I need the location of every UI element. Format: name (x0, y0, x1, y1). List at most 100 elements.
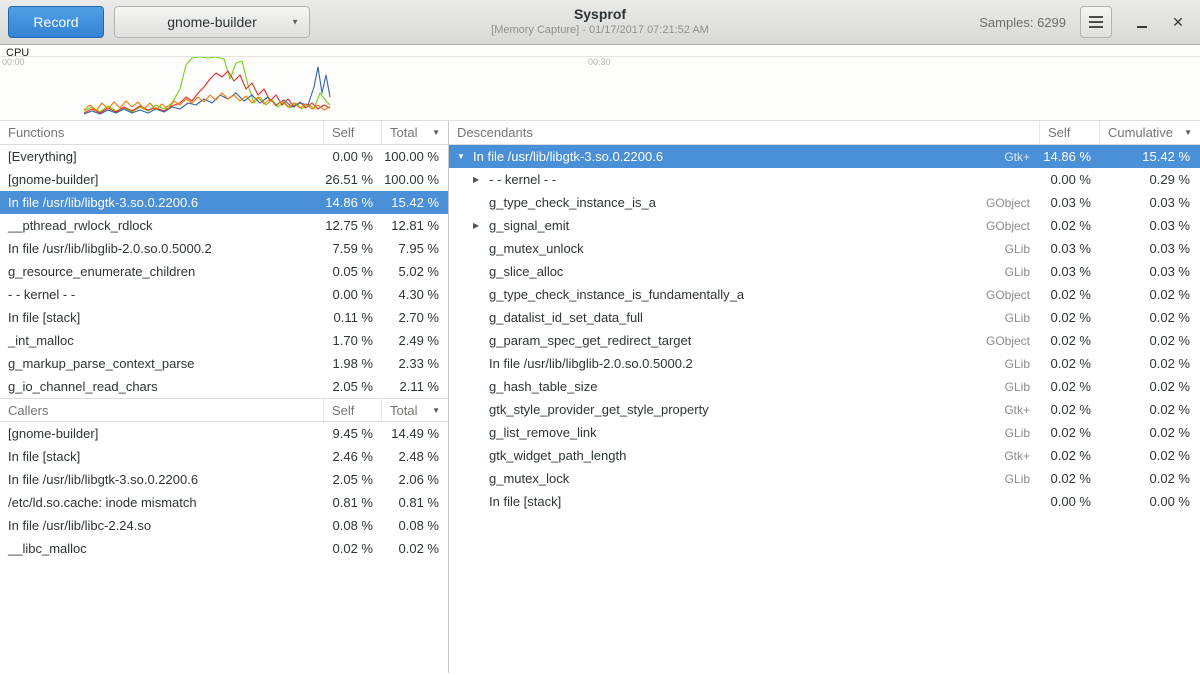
cumulative-percent: 0.02 % (1100, 471, 1200, 486)
self-percent: 0.00 % (324, 149, 382, 164)
hamburger-icon (1089, 21, 1103, 23)
self-percent: 0.03 % (1040, 264, 1100, 279)
table-row[interactable]: In file [stack]0.11 %2.70 % (0, 306, 448, 329)
total-percent: 5.02 % (382, 264, 448, 279)
total-percent: 0.08 % (382, 518, 448, 533)
tree-row[interactable]: g_mutex_unlockGLib0.03 %0.03 % (449, 237, 1200, 260)
table-row[interactable]: /etc/ld.so.cache: inode mismatch0.81 %0.… (0, 491, 448, 514)
cumulative-percent: 0.03 % (1100, 264, 1200, 279)
function-name: g_signal_emit (489, 218, 569, 233)
column-header-cumulative[interactable]: Cumulative ▼ (1100, 121, 1200, 144)
tree-row[interactable]: g_list_remove_linkGLib0.02 %0.02 % (449, 421, 1200, 444)
tree-row[interactable]: g_mutex_lockGLib0.02 %0.02 % (449, 467, 1200, 490)
column-header-cumulative-label: Cumulative (1108, 125, 1173, 140)
tree-row[interactable]: g_type_check_instance_is_aGObject0.03 %0… (449, 191, 1200, 214)
descendant-name-cell: ▶g_signal_emitGObject (449, 218, 1040, 233)
function-name: g_slice_alloc (489, 264, 563, 279)
function-name: In file /usr/lib/libgtk-3.so.0.2200.6 (0, 472, 324, 487)
library-badge: GLib (995, 472, 1040, 486)
column-header-self[interactable]: Self (324, 121, 382, 144)
tree-row[interactable]: gtk_widget_path_lengthGtk+0.02 %0.02 % (449, 444, 1200, 467)
library-badge: GLib (995, 357, 1040, 371)
cumulative-percent: 0.03 % (1100, 241, 1200, 256)
functions-header-row: Functions Self Total ▼ (0, 121, 448, 145)
close-button[interactable]: ✕ (1170, 14, 1186, 30)
tree-row[interactable]: g_slice_allocGLib0.03 %0.03 % (449, 260, 1200, 283)
table-row[interactable]: g_markup_parse_context_parse1.98 %2.33 % (0, 352, 448, 375)
table-row[interactable]: [gnome-builder]9.45 %14.49 % (0, 422, 448, 445)
left-pane: Functions Self Total ▼ [Everything]0.00 … (0, 121, 449, 673)
function-name: g_resource_enumerate_children (0, 264, 324, 279)
tree-row[interactable]: ▶g_signal_emitGObject0.02 %0.03 % (449, 214, 1200, 237)
tree-row[interactable]: gtk_style_provider_get_style_propertyGtk… (449, 398, 1200, 421)
header-right-group: Samples: 6299 ✕ (979, 6, 1192, 38)
total-percent: 100.00 % (382, 149, 448, 164)
table-row[interactable]: [gnome-builder]26.51 %100.00 % (0, 168, 448, 191)
library-badge: Gtk+ (994, 403, 1040, 417)
total-percent: 2.48 % (382, 449, 448, 464)
table-row[interactable]: - - kernel - -0.00 %4.30 % (0, 283, 448, 306)
self-percent: 26.51 % (324, 172, 382, 187)
tree-row[interactable]: g_datalist_id_set_data_fullGLib0.02 %0.0… (449, 306, 1200, 329)
menu-button[interactable] (1080, 6, 1112, 38)
function-name: In file [stack] (0, 310, 324, 325)
table-row[interactable]: In file [stack]2.46 %2.48 % (0, 445, 448, 468)
column-header-descendants[interactable]: Descendants (449, 121, 1040, 144)
samples-count: Samples: 6299 (979, 15, 1066, 30)
column-header-functions[interactable]: Functions (0, 121, 324, 144)
callers-header-row: Callers Self Total ▼ (0, 398, 448, 422)
column-header-total-label: Total (390, 125, 417, 140)
tree-row[interactable]: g_type_check_instance_is_fundamentally_a… (449, 283, 1200, 306)
function-name: - - kernel - - (0, 287, 324, 302)
tree-row[interactable]: g_param_spec_get_redirect_targetGObject0… (449, 329, 1200, 352)
function-name: /etc/ld.so.cache: inode mismatch (0, 495, 324, 510)
header-bar: Record gnome-builder ▼ Sysprof [Memory C… (0, 0, 1200, 45)
total-percent: 2.11 % (382, 379, 448, 394)
cumulative-percent: 0.02 % (1100, 333, 1200, 348)
table-row[interactable]: In file /usr/lib/libglib-2.0.so.0.5000.2… (0, 237, 448, 260)
total-percent: 14.49 % (382, 426, 448, 441)
self-percent: 0.00 % (1040, 494, 1100, 509)
expander-right-icon[interactable]: ▶ (473, 175, 489, 184)
column-header-callers[interactable]: Callers (0, 399, 324, 421)
column-header-total[interactable]: Total ▼ (382, 121, 448, 144)
self-percent: 0.02 % (324, 541, 382, 556)
minimize-button[interactable] (1134, 14, 1150, 30)
table-row[interactable]: In file /usr/lib/libc-2.24.so0.08 %0.08 … (0, 514, 448, 537)
tree-row[interactable]: ▶- - kernel - -0.00 %0.29 % (449, 168, 1200, 191)
expander-down-icon[interactable]: ▼ (457, 152, 473, 161)
table-row[interactable]: g_io_channel_read_chars2.05 %2.11 % (0, 375, 448, 398)
function-name: [Everything] (0, 149, 324, 164)
total-percent: 100.00 % (382, 172, 448, 187)
column-header-self[interactable]: Self (324, 399, 382, 421)
function-name: In file [stack] (0, 449, 324, 464)
total-percent: 15.42 % (382, 195, 448, 210)
library-badge: GLib (995, 265, 1040, 279)
descendant-name-cell: gtk_widget_path_lengthGtk+ (449, 448, 1040, 463)
table-row[interactable]: __pthread_rwlock_rdlock12.75 %12.81 % (0, 214, 448, 237)
column-header-self[interactable]: Self (1040, 121, 1100, 144)
table-row[interactable]: In file /usr/lib/libgtk-3.so.0.2200.62.0… (0, 468, 448, 491)
tree-row[interactable]: In file /usr/lib/libglib-2.0.so.0.5000.2… (449, 352, 1200, 375)
column-header-total[interactable]: Total ▼ (382, 399, 448, 421)
table-row[interactable]: _int_malloc1.70 %2.49 % (0, 329, 448, 352)
cumulative-percent: 15.42 % (1100, 149, 1200, 164)
target-select[interactable]: gnome-builder ▼ (114, 6, 310, 38)
tree-row[interactable]: ▼In file /usr/lib/libgtk-3.so.0.2200.6Gt… (449, 145, 1200, 168)
self-percent: 14.86 % (324, 195, 382, 210)
table-row[interactable]: __libc_malloc0.02 %0.02 % (0, 537, 448, 560)
self-percent: 7.59 % (324, 241, 382, 256)
table-row[interactable]: g_resource_enumerate_children0.05 %5.02 … (0, 260, 448, 283)
self-percent: 0.02 % (1040, 287, 1100, 302)
table-row[interactable]: In file /usr/lib/libgtk-3.so.0.2200.614.… (0, 191, 448, 214)
cpu-graph-panel[interactable]: CPU 00:00 00:30 (0, 45, 1200, 121)
expander-right-icon[interactable]: ▶ (473, 221, 489, 230)
table-row[interactable]: [Everything]0.00 %100.00 % (0, 145, 448, 168)
descendant-name-cell: g_type_check_instance_is_aGObject (449, 195, 1040, 210)
tree-row[interactable]: g_hash_table_sizeGLib0.02 %0.02 % (449, 375, 1200, 398)
library-badge: GObject (976, 288, 1040, 302)
sort-descending-icon: ▼ (1184, 128, 1192, 137)
total-percent: 0.81 % (382, 495, 448, 510)
tree-row[interactable]: In file [stack]0.00 %0.00 % (449, 490, 1200, 513)
record-button[interactable]: Record (8, 6, 104, 38)
